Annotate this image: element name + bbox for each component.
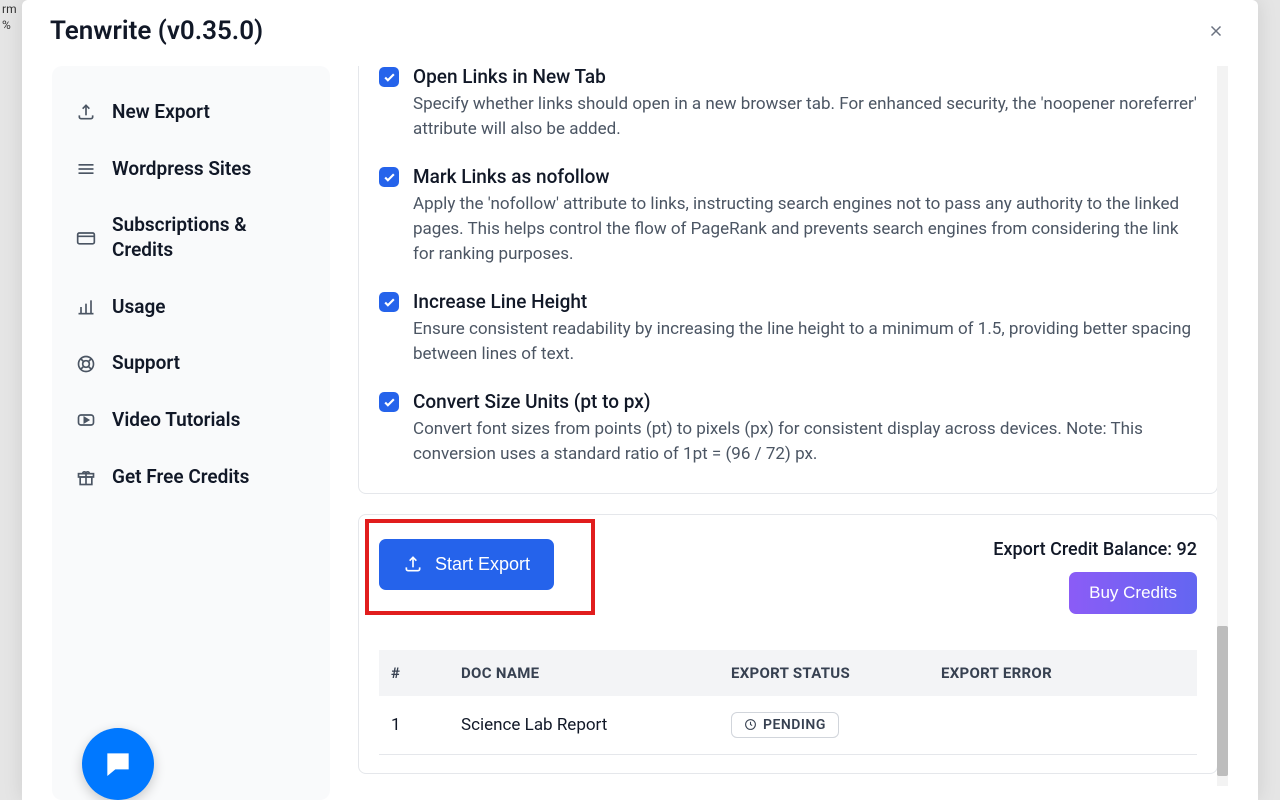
- cell-error: [929, 696, 1197, 755]
- sidebar-item-free-credits[interactable]: Get Free Credits: [62, 449, 320, 506]
- col-num: #: [379, 650, 449, 696]
- option-title: Convert Size Units (pt to px): [413, 390, 1197, 413]
- lifebuoy-icon: [76, 354, 96, 374]
- clock-icon: [744, 718, 757, 731]
- upload-icon: [403, 554, 423, 574]
- chat-widget-button[interactable]: [82, 728, 154, 800]
- option-description: Apply the 'nofollow' attribute to links,…: [413, 192, 1197, 266]
- sidebar-item-support[interactable]: Support: [62, 335, 320, 392]
- sidebar: New Export Wordpress Sites Subscriptions…: [52, 66, 330, 800]
- sidebar-item-wordpress-sites[interactable]: Wordpress Sites: [62, 141, 320, 198]
- option-convert-units: Convert Size Units (pt to px) Convert fo…: [379, 378, 1197, 478]
- table-header-row: # DOC NAME EXPORT STATUS EXPORT ERROR: [379, 650, 1197, 696]
- modal-title: Tenwrite (v0.35.0): [50, 16, 263, 46]
- export-table: # DOC NAME EXPORT STATUS EXPORT ERROR 1 …: [379, 650, 1197, 755]
- option-description: Convert font sizes from points (pt) to p…: [413, 417, 1197, 466]
- sidebar-item-new-export[interactable]: New Export: [62, 84, 320, 141]
- sidebar-item-usage[interactable]: Usage: [62, 279, 320, 336]
- cell-num: 1: [379, 696, 449, 755]
- options-card: Open Links in New Tab Specify whether li…: [358, 66, 1218, 494]
- start-export-button[interactable]: Start Export: [379, 539, 554, 590]
- backdrop-text: rm %: [0, 0, 19, 35]
- gift-icon: [76, 467, 96, 487]
- scrollbar-track[interactable]: [1217, 66, 1228, 786]
- modal-dialog: Tenwrite (v0.35.0) New Export Wordpress …: [22, 0, 1258, 800]
- start-export-label: Start Export: [435, 554, 530, 575]
- close-icon: [1207, 22, 1225, 40]
- checkbox-line-height[interactable]: [379, 292, 399, 312]
- upload-icon: [76, 102, 96, 122]
- cell-status: PENDING: [719, 696, 929, 755]
- sidebar-item-label: Get Free Credits: [112, 465, 249, 490]
- table-row: 1 Science Lab Report PENDING: [379, 696, 1197, 755]
- col-status: EXPORT STATUS: [719, 650, 929, 696]
- option-description: Specify whether links should open in a n…: [413, 92, 1197, 141]
- sidebar-item-video-tutorials[interactable]: Video Tutorials: [62, 392, 320, 449]
- cell-doc: Science Lab Report: [449, 696, 719, 755]
- sidebar-item-label: Subscriptions & Credits: [112, 213, 306, 262]
- col-doc: DOC NAME: [449, 650, 719, 696]
- option-open-links-new-tab: Open Links in New Tab Specify whether li…: [379, 66, 1197, 153]
- sidebar-item-label: Video Tutorials: [112, 408, 240, 433]
- bar-chart-icon: [76, 297, 96, 317]
- close-button[interactable]: [1202, 17, 1230, 45]
- sidebar-item-label: Usage: [112, 295, 165, 320]
- check-icon: [383, 171, 396, 184]
- list-icon: [76, 159, 96, 179]
- status-badge: PENDING: [731, 712, 839, 738]
- check-icon: [383, 396, 396, 409]
- option-line-height: Increase Line Height Ensure consistent r…: [379, 278, 1197, 378]
- chat-icon: [102, 748, 134, 780]
- video-icon: [76, 410, 96, 430]
- option-title: Mark Links as nofollow: [413, 165, 1197, 188]
- checkbox-nofollow[interactable]: [379, 167, 399, 187]
- credit-card-icon: [76, 228, 96, 248]
- option-title: Open Links in New Tab: [413, 66, 1197, 88]
- option-nofollow: Mark Links as nofollow Apply the 'nofoll…: [379, 153, 1197, 278]
- scrollbar-thumb[interactable]: [1217, 626, 1228, 776]
- option-description: Ensure consistent readability by increas…: [413, 317, 1197, 366]
- export-card: Start Export Export Credit Balance: 92 B…: [358, 514, 1218, 774]
- option-title: Increase Line Height: [413, 290, 1197, 313]
- checkbox-convert-units[interactable]: [379, 392, 399, 412]
- checkbox-open-links[interactable]: [379, 67, 399, 87]
- credit-balance-text: Export Credit Balance: 92: [993, 539, 1197, 560]
- sidebar-item-label: Support: [112, 351, 180, 376]
- sidebar-item-label: Wordpress Sites: [112, 157, 251, 182]
- sidebar-item-label: New Export: [112, 100, 210, 125]
- check-icon: [383, 71, 396, 84]
- buy-credits-button[interactable]: Buy Credits: [1069, 572, 1197, 614]
- check-icon: [383, 296, 396, 309]
- col-error: EXPORT ERROR: [929, 650, 1197, 696]
- main-content: Open Links in New Tab Specify whether li…: [358, 66, 1228, 800]
- sidebar-item-subscriptions[interactable]: Subscriptions & Credits: [62, 197, 320, 278]
- modal-header: Tenwrite (v0.35.0): [22, 0, 1258, 56]
